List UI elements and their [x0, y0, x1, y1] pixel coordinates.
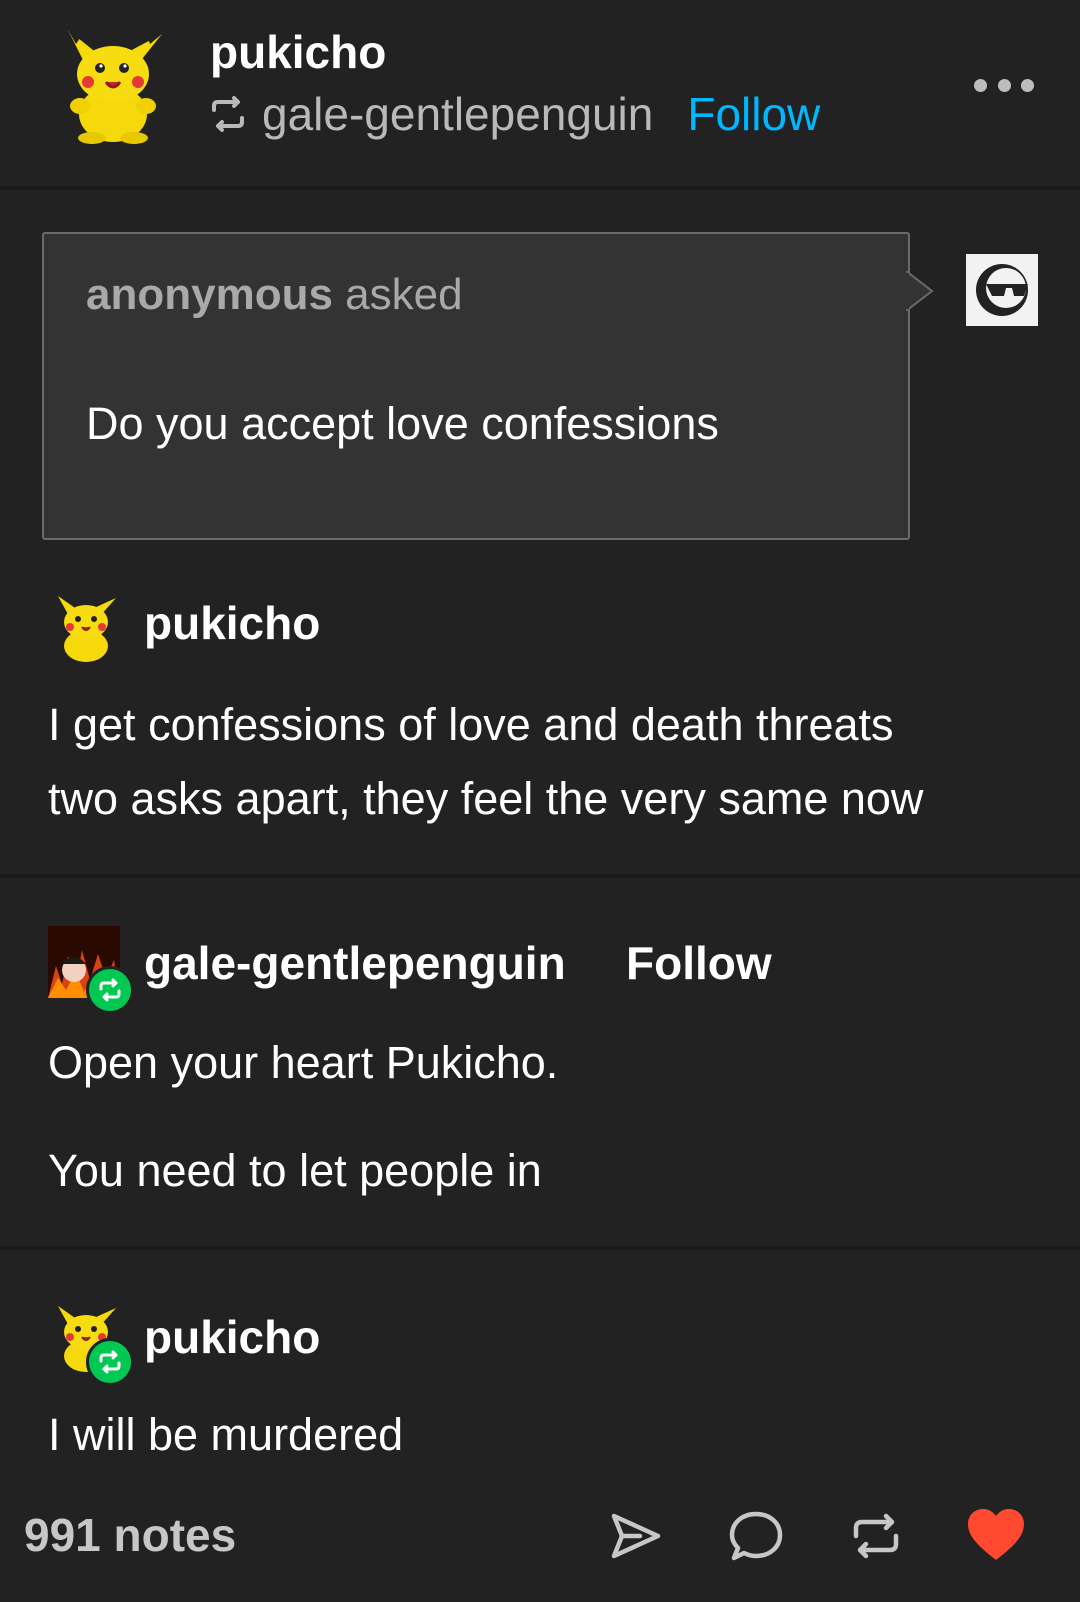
- reblog-badge: [86, 966, 134, 1014]
- post-paragraph: You need to let people in: [48, 1145, 542, 1196]
- anonymous-avatar: [966, 254, 1038, 326]
- post-paragraph: I will be murdered: [48, 1409, 404, 1460]
- pikachu-avatar[interactable]: [58, 26, 168, 144]
- like-icon[interactable]: [966, 1506, 1026, 1566]
- post-text-line: two asks apart, they feel the very same …: [48, 773, 924, 824]
- ask-box: anonymous asked Do you accept love confe…: [42, 232, 910, 540]
- post-username[interactable]: pukicho: [144, 596, 320, 650]
- blog-name[interactable]: pukicho: [210, 24, 386, 80]
- post-header: pukicho gale-gentlepenguin Follow: [0, 0, 1080, 188]
- header-divider: [0, 186, 1080, 190]
- asker-line: anonymous asked: [86, 270, 463, 320]
- send-icon[interactable]: [606, 1506, 666, 1566]
- post-username[interactable]: pukicho: [144, 1310, 320, 1364]
- thread-divider: [0, 1246, 1080, 1250]
- reblog-icon: [212, 96, 244, 132]
- ask-bubble-tail: [906, 271, 934, 311]
- more-options-icon[interactable]: [974, 68, 1034, 102]
- reblog-source: gale-gentlepenguin Follow: [208, 86, 820, 142]
- reblog-badge: [86, 1338, 134, 1386]
- follow-button[interactable]: Follow: [626, 936, 772, 990]
- notes-count[interactable]: 991 notes: [24, 1508, 236, 1562]
- asked-label: asked: [345, 270, 463, 319]
- thread-divider: [0, 874, 1080, 878]
- reblog-source-name[interactable]: gale-gentlepenguin: [262, 87, 653, 141]
- reblog-icon[interactable]: [846, 1506, 906, 1566]
- follow-button[interactable]: Follow: [687, 87, 820, 141]
- post-paragraph: Open your heart Pukicho.: [48, 1037, 559, 1088]
- question-text: Do you accept love confessions: [86, 398, 719, 449]
- pukicho-small-avatar[interactable]: [52, 592, 120, 664]
- post-text-line: I get confessions of love and death thre…: [48, 699, 894, 750]
- reply-icon[interactable]: [726, 1506, 786, 1566]
- post-username[interactable]: gale-gentlepenguin: [144, 936, 566, 990]
- asker-name: anonymous: [86, 270, 333, 319]
